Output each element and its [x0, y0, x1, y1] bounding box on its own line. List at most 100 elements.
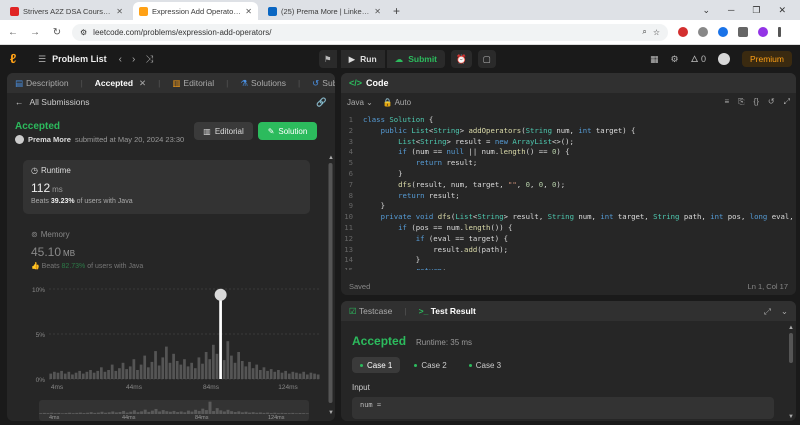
chart-bar[interactable]: [291, 371, 295, 379]
chart-bar[interactable]: [139, 364, 143, 379]
language-select[interactable]: Java ⌄: [347, 98, 373, 107]
format-icon[interactable]: ≡: [724, 97, 729, 107]
chart-bar[interactable]: [222, 360, 226, 379]
chart-bar[interactable]: [143, 355, 147, 379]
run-button[interactable]: ▶ Run: [340, 50, 385, 68]
editorial-button[interactable]: ▥ Editorial: [194, 122, 253, 140]
chart-bar[interactable]: [183, 359, 186, 379]
chart-bar[interactable]: [258, 370, 262, 379]
site-info-icon[interactable]: ⚙: [80, 28, 87, 37]
chart-bar[interactable]: [74, 372, 78, 379]
chart-bar[interactable]: [237, 352, 241, 379]
braces-icon[interactable]: {}: [754, 97, 759, 107]
chart-bar[interactable]: [96, 370, 100, 379]
chart-bar[interactable]: [56, 372, 60, 379]
chart-bar[interactable]: [233, 362, 237, 379]
chart-bar[interactable]: [161, 357, 165, 379]
chart-bar[interactable]: [179, 364, 183, 379]
chart-bar[interactable]: [201, 363, 204, 379]
case-tab-2[interactable]: Case 2: [406, 357, 454, 373]
chart-bar[interactable]: [204, 352, 208, 379]
code-editor[interactable]: 1 class Solution { 2 public List<String> …: [341, 115, 796, 270]
collapse-panel-icon[interactable]: ⌄: [781, 306, 788, 317]
chart-bar[interactable]: [118, 368, 121, 379]
chart-bar[interactable]: [208, 359, 212, 379]
profile-avatar[interactable]: [758, 27, 768, 37]
tab-testcase[interactable]: ☑ Testcase: [349, 306, 392, 317]
chart-bar[interactable]: [212, 344, 215, 379]
maximize-panel-icon[interactable]: ⤢: [764, 306, 771, 317]
browser-tab-linkedin[interactable]: (25) Prema More | LinkedIn ✕: [262, 2, 387, 20]
extension-blue-icon[interactable]: [718, 27, 728, 37]
chart-bar[interactable]: [99, 367, 103, 379]
chart-bar[interactable]: [168, 362, 172, 379]
chart-bar[interactable]: [248, 361, 251, 379]
chart-bar[interactable]: [136, 370, 139, 379]
close-tab-icon[interactable]: ✕: [374, 7, 381, 16]
left-scrollbar[interactable]: ▲ ▼: [328, 153, 333, 415]
chart-bar[interactable]: [92, 372, 96, 379]
close-window-icon[interactable]: ✕: [778, 5, 786, 16]
browser-tab-striver[interactable]: Strivers A2Z DSA Course/Sheet ✕: [4, 2, 129, 20]
minimize-icon[interactable]: ─: [728, 5, 734, 15]
chart-bar[interactable]: [114, 370, 118, 379]
chart-bar[interactable]: [302, 371, 306, 379]
chart-bar[interactable]: [244, 366, 248, 379]
reload-icon[interactable]: ↻: [48, 27, 66, 38]
memory-card[interactable]: ⊚ Memory 45.10 MB 👍 Beats 82.73% of users …: [31, 230, 143, 270]
chevron-down-icon[interactable]: ⌄: [702, 5, 710, 16]
leetcode-logo-icon[interactable]: ℓ: [10, 52, 24, 66]
chart-bar[interactable]: [103, 371, 107, 379]
chart-bar[interactable]: [280, 372, 284, 379]
chart-bar[interactable]: [132, 359, 136, 379]
close-icon[interactable]: ✕: [139, 78, 146, 89]
chart-bar[interactable]: [226, 341, 230, 379]
tab-test-result[interactable]: >_ Test Result: [419, 306, 476, 316]
extensions-puzzle-icon[interactable]: [738, 27, 748, 37]
chart-bar[interactable]: [316, 374, 320, 380]
chart-bar[interactable]: [266, 370, 269, 379]
chart-bar[interactable]: [269, 369, 273, 379]
bookmark-star-icon[interactable]: ☆: [653, 28, 660, 37]
streak-counter[interactable]: 🜂 0: [691, 50, 706, 68]
tab-description[interactable]: ▤ Description: [15, 78, 69, 89]
chart-bar[interactable]: [107, 370, 110, 379]
submission-avatar-marker[interactable]: [214, 288, 227, 301]
runtime-range-selector[interactable]: 4ms 44ms 84ms 124ms: [39, 400, 309, 421]
tab-submissions[interactable]: ↺Submissions: [312, 78, 335, 89]
chart-bar[interactable]: [262, 367, 266, 379]
input-value-box[interactable]: num =: [352, 397, 774, 419]
chart-bar[interactable]: [78, 370, 82, 379]
share-link-icon[interactable]: 🔗: [316, 97, 327, 108]
notes-button[interactable]: ▢: [477, 50, 496, 68]
chart-bar[interactable]: [49, 373, 53, 379]
chart-bar[interactable]: [313, 373, 316, 379]
chart-bar[interactable]: [197, 357, 201, 379]
close-tab-icon[interactable]: ✕: [116, 7, 123, 16]
solution-button[interactable]: ✎ Solution: [258, 122, 317, 140]
next-problem-icon[interactable]: ›: [132, 54, 135, 65]
chart-bar[interactable]: [63, 373, 67, 379]
chart-bar[interactable]: [125, 369, 128, 379]
chart-bar[interactable]: [150, 361, 154, 379]
chart-bar[interactable]: [165, 346, 168, 379]
chart-bar[interactable]: [284, 370, 287, 379]
user-avatar[interactable]: [717, 53, 730, 65]
new-tab-icon[interactable]: +: [393, 2, 400, 20]
chart-bar[interactable]: [215, 353, 219, 379]
runtime-distribution-chart[interactable]: 10% 5% 0% 4ms 44ms 84ms 124ms: [15, 283, 325, 393]
chart-bar[interactable]: [172, 353, 175, 379]
zoom-icon[interactable]: ⌕: [642, 27, 646, 37]
timer-button[interactable]: ⏰: [451, 50, 472, 68]
address-bar[interactable]: ⚙ leetcode.com/problems/expression-add-o…: [72, 23, 668, 41]
chart-bar[interactable]: [154, 351, 157, 379]
chart-bar[interactable]: [186, 366, 190, 379]
chart-bar[interactable]: [121, 362, 125, 379]
bookmark-icon[interactable]: ⎘: [738, 97, 744, 107]
close-tab-icon[interactable]: ✕: [245, 7, 252, 16]
chart-bar[interactable]: [146, 367, 150, 379]
extension-gray-icon[interactable]: [698, 27, 708, 37]
settings-gear-icon[interactable]: ⚙: [671, 54, 679, 65]
submit-button[interactable]: ☁ Submit: [386, 50, 446, 68]
case-tab-3[interactable]: Case 3: [461, 357, 509, 373]
